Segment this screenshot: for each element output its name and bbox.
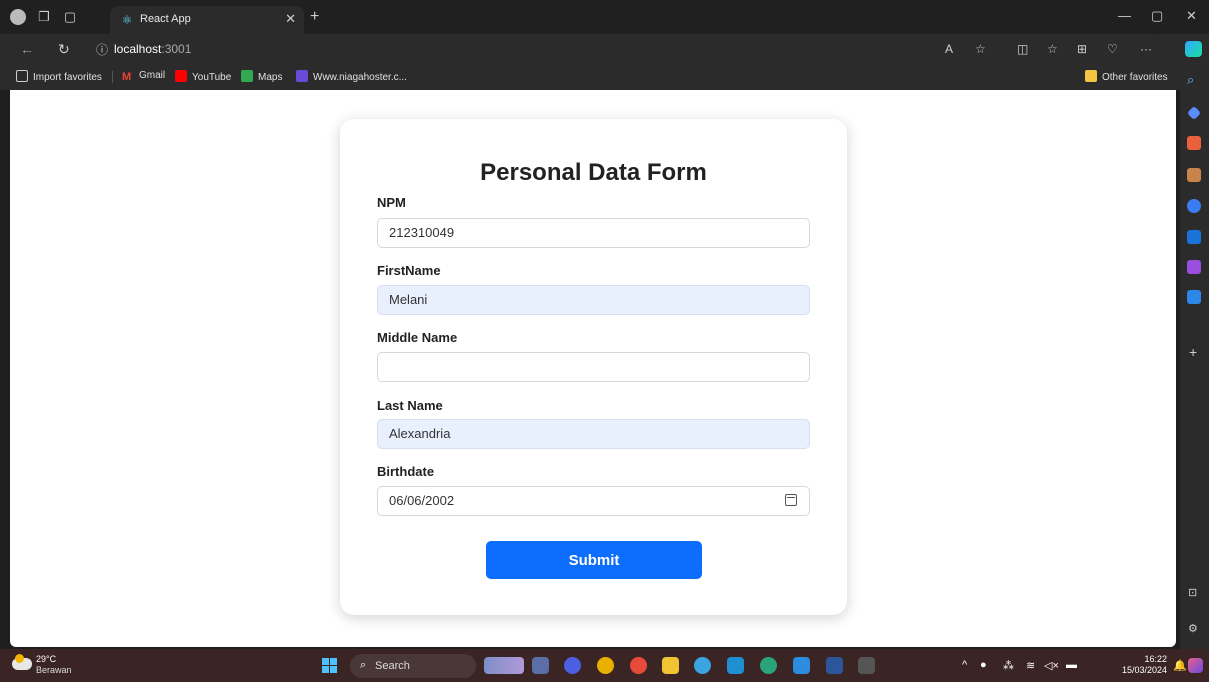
middlename-label: Middle Name <box>377 330 458 345</box>
refresh-icon[interactable]: ↻ <box>58 41 70 58</box>
profile-icon[interactable] <box>10 9 26 25</box>
copilot-icon[interactable] <box>1185 41 1202 57</box>
terminal-icon[interactable] <box>858 657 875 674</box>
back-icon[interactable]: ← <box>20 41 34 57</box>
taskbar-search[interactable]: ⌕ Search <box>350 654 476 678</box>
split-screen-icon[interactable]: ◫ <box>1017 42 1028 56</box>
weather-description: Berawan <box>36 665 72 675</box>
task-view-icon[interactable] <box>532 657 549 674</box>
copilot-sidebar-icon[interactable] <box>1187 199 1201 213</box>
maps-icon <box>241 70 253 82</box>
bookmark-gmail[interactable]: M Gmail <box>122 70 165 83</box>
search-icon: ⌕ <box>360 659 367 671</box>
designer-icon[interactable] <box>1187 260 1201 274</box>
youtube-icon <box>175 70 187 82</box>
firstname-input[interactable]: Melani <box>377 285 810 315</box>
shopping-tag-icon[interactable] <box>1186 105 1202 121</box>
battery-icon[interactable]: ▬ <box>1066 659 1077 671</box>
form-card: Personal Data Form NPM 212310049 FirstNa… <box>340 119 847 615</box>
folder-icon <box>1085 70 1097 82</box>
bookmark-import-favorites[interactable]: Import favorites <box>16 70 102 83</box>
lastname-label: Last Name <box>377 398 443 413</box>
npm-label: NPM <box>377 195 406 210</box>
address-bar: ← ↻ ⓘ localhost:3001 A ☆ ◫ ☆ ⊞ ♡ ··· <box>0 34 1209 64</box>
calendar-icon[interactable] <box>785 494 797 506</box>
wifi-icon[interactable]: ≋ <box>1026 659 1035 672</box>
more-menu-icon[interactable]: ··· <box>1140 42 1152 56</box>
app-tray-icon[interactable]: ⁂ <box>1003 659 1014 672</box>
browser-title-bar: ❐ ▢ ⚛ React App ✕ + — ▢ ✕ <box>0 0 1209 34</box>
wps-icon[interactable] <box>630 657 647 674</box>
file-explorer-icon[interactable] <box>662 657 679 674</box>
restore-icon[interactable]: ▢ <box>1151 8 1163 24</box>
meet-icon[interactable] <box>564 657 581 674</box>
taskbar: 29°C Berawan ⌕ Search ^ ● ⁂ ≋ ◁× ▬ 16:22… <box>0 649 1209 682</box>
widgets-banner-icon[interactable] <box>484 657 524 674</box>
submit-button[interactable]: Submit <box>486 541 702 579</box>
favorites-icon[interactable]: ☆ <box>1047 42 1058 56</box>
form-title: Personal Data Form <box>480 159 707 186</box>
start-button[interactable] <box>322 658 337 673</box>
site-info-icon[interactable]: ⓘ <box>96 41 108 58</box>
github-desktop-icon[interactable] <box>694 657 711 674</box>
search-icon[interactable]: ⌕ <box>1187 72 1201 87</box>
bookmark-maps[interactable]: Maps <box>241 70 282 83</box>
read-aloud-icon[interactable]: A <box>945 42 953 56</box>
browser-essentials-icon[interactable]: ♡ <box>1107 42 1118 56</box>
gmail-icon: M <box>122 71 132 83</box>
send-icon[interactable] <box>1187 290 1201 304</box>
cloudy-weather-icon <box>12 654 32 670</box>
tab-react-app[interactable]: ⚛ React App ✕ <box>110 6 304 34</box>
birthdate-input[interactable]: 06/06/2002 <box>377 486 810 516</box>
edge-icon[interactable] <box>760 657 777 674</box>
outlook-icon[interactable] <box>1187 230 1201 244</box>
lastname-input[interactable]: Alexandria <box>377 419 810 449</box>
bookmarks-bar: Import favorites M Gmail YouTube Maps Www… <box>0 64 1180 90</box>
bookmarks-divider <box>112 71 113 83</box>
birthdate-value: 06/06/2002 <box>389 493 455 508</box>
clock-time: 16:22 <box>1144 654 1168 664</box>
npm-input[interactable]: 212310049 <box>377 218 810 248</box>
word-icon[interactable] <box>826 657 843 674</box>
browser-sidebar: ⌕ + ⊡ ⚙ <box>1180 64 1209 649</box>
notification-bell-icon[interactable]: 🔔 <box>1173 659 1187 672</box>
show-hidden-icons[interactable]: ^ <box>962 659 967 671</box>
clock-date: 15/03/2024 <box>1122 665 1168 675</box>
vscode-icon[interactable] <box>793 657 810 674</box>
weather-temperature: 29°C <box>36 654 57 664</box>
taskbar-search-placeholder: Search <box>375 660 410 672</box>
birthdate-label: Birthdate <box>377 464 435 479</box>
import-icon <box>16 70 28 82</box>
volume-icon[interactable]: ◁× <box>1044 659 1059 672</box>
add-sidebar-app-icon[interactable]: + <box>1189 344 1197 360</box>
url-text: localhost:3001 <box>114 42 192 56</box>
react-icon: ⚛ <box>121 13 133 27</box>
url-field[interactable]: ⓘ localhost:3001 <box>86 38 1166 60</box>
taskbar-clock[interactable]: 16:22 15/03/2024 <box>1122 654 1167 676</box>
middlename-input[interactable] <box>377 352 810 382</box>
dbeaver-icon[interactable] <box>727 657 744 674</box>
firstname-label: FirstName <box>377 263 441 278</box>
collections-icon[interactable]: ⊞ <box>1077 42 1087 56</box>
tools-icon[interactable] <box>1187 136 1201 150</box>
workspaces-icon[interactable]: ❐ <box>36 9 52 25</box>
copilot-taskbar-icon[interactable] <box>1188 658 1203 673</box>
close-window-icon[interactable]: ✕ <box>1186 8 1197 24</box>
hide-sidebar-icon[interactable]: ⊡ <box>1188 586 1197 599</box>
bookmark-niagahoster[interactable]: Www.niagahoster.c... <box>296 70 407 83</box>
bookmark-youtube[interactable]: YouTube <box>175 70 231 83</box>
favorite-star-icon[interactable]: ☆ <box>975 42 986 56</box>
chrome-icon[interactable] <box>597 657 614 674</box>
close-tab-icon[interactable]: ✕ <box>285 11 296 27</box>
niagahoster-icon <box>296 70 308 82</box>
new-tab-icon[interactable]: + <box>310 8 319 26</box>
tab-actions-icon[interactable]: ▢ <box>62 9 78 25</box>
tab-title: React App <box>140 13 191 25</box>
network-tray-icon[interactable]: ● <box>980 659 987 671</box>
page-viewport: Personal Data Form NPM 212310049 FirstNa… <box>10 90 1176 647</box>
minimize-icon[interactable]: — <box>1118 8 1131 23</box>
sidebar-settings-icon[interactable]: ⚙ <box>1188 622 1198 635</box>
bookmark-other-favorites[interactable]: Other favorites <box>1085 70 1168 83</box>
games-icon[interactable] <box>1187 168 1201 182</box>
